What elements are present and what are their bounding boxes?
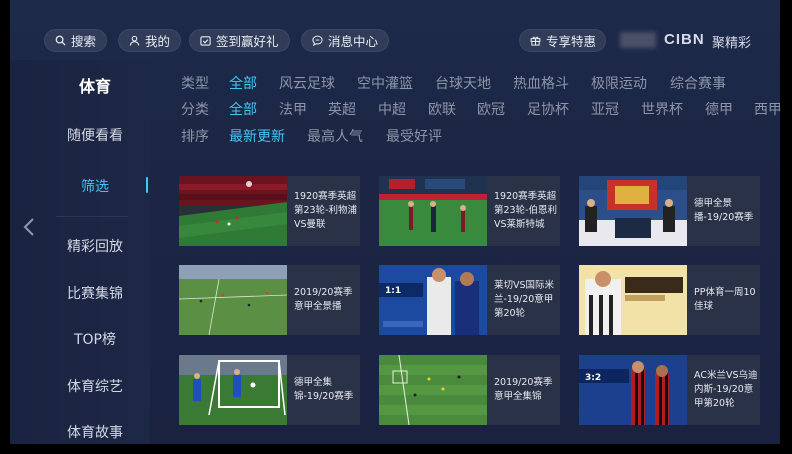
video-title: 1920赛季英超 第23轮-利物浦 VS曼联 [294,191,358,230]
vip-offer-label: 专享特惠 [546,34,597,49]
sort-option[interactable]: 最高人气 [307,126,363,146]
screen-bezel-bottom [0,444,792,454]
video-title: 德甲全景 播-19/20赛季 [694,198,754,223]
sidebar-item-random[interactable]: 随便看看 [10,125,180,145]
screen-bezel-left [0,0,10,454]
filter-option[interactable]: 全部 [229,73,257,93]
sidebar-item-highlights[interactable]: 比赛集锦 [10,283,180,303]
video-thumbnail [179,355,287,425]
sidebar-item-replay[interactable]: 精彩回放 [10,236,180,256]
sidebar-item-stories[interactable]: 体育故事 [10,422,180,442]
gift-icon [530,35,541,46]
sidebar-item-filter[interactable]: 筛选 [10,176,180,196]
messages-button[interactable]: 消息中心 [301,29,390,52]
video-title: 莱切VS国际米 兰-19/20意甲 第20轮 [494,280,555,319]
video-thumbnail [379,176,487,246]
chevron-left-icon[interactable] [20,216,38,238]
chat-bubble-icon [312,35,323,46]
filter-option[interactable]: 英超 [328,99,356,119]
filter-option[interactable]: 全部 [229,99,257,119]
vip-offer-button[interactable]: 专享特惠 [519,29,606,52]
filter-label-sort: 排序 [181,129,209,145]
video-thumbnail [179,265,287,335]
filter-option[interactable]: 西甲 [754,99,781,119]
filter-option[interactable]: 欧冠 [477,99,505,119]
sidebar-divider [56,216,128,217]
sort-option[interactable]: 最受好评 [386,126,442,146]
svg-text:3:2: 3:2 [585,373,601,383]
video-title: 1920赛季英超 第23轮-伯恩利 VS莱斯特城 [494,191,558,230]
video-title: 2019/20赛季 意甲全集锦 [494,377,553,402]
video-card[interactable]: 3:2 AC米兰VS乌迪 内斯-19/20意 甲第20轮 [579,355,760,425]
messages-label: 消息中心 [328,34,379,49]
mine-label: 我的 [145,34,171,49]
video-title: PP体育一周10 佳球 [694,287,756,312]
filter-row-category: 分类 全部 法甲 英超 中超 欧联 欧冠 足协杯 亚冠 世界杯 德甲 西甲 [181,99,781,119]
filter-option[interactable]: 风云足球 [279,73,335,93]
active-indicator [146,177,148,193]
video-title: 德甲全集 锦-19/20赛季 [294,377,354,402]
checkin-button[interactable]: 签到赢好礼 [189,29,290,52]
video-thumbnail: 1:1 [379,265,487,335]
filter-label-type: 类型 [181,76,209,92]
filter-label-category: 分类 [181,102,209,118]
video-title: 2019/20赛季 意甲全景播 [294,287,353,312]
tv-screen: 搜索 我的 签到赢好礼 消息中心 专享特惠 CIBN 聚精彩 体育 随便看看 筛… [0,0,792,454]
filter-option[interactable]: 中超 [378,99,406,119]
calendar-check-icon [200,35,211,46]
filter-option[interactable]: 足协杯 [527,99,569,119]
brand-text: 聚精彩 [712,36,752,51]
checkin-label: 签到赢好礼 [216,34,279,49]
filter-option[interactable]: 空中灌篮 [357,73,413,93]
svg-text:1:1: 1:1 [385,286,401,296]
search-button[interactable]: 搜索 [44,29,108,52]
cibn-logo: CIBN [664,31,705,48]
sidebar-item-variety[interactable]: 体育综艺 [10,376,180,396]
video-card[interactable]: PP体育一周10 佳球 [579,265,760,335]
filter-option[interactable]: 极限运动 [591,73,647,93]
video-thumbnail: 3:2 [579,355,687,425]
video-thumbnail [579,265,687,335]
filter-option[interactable]: 综合赛事 [670,73,726,93]
video-card[interactable]: 2019/20赛季 意甲全集锦 [379,355,560,425]
screen-bezel-right [780,0,792,454]
sidebar-item-top[interactable]: TOP榜 [10,329,180,349]
user-icon [129,35,140,46]
video-card[interactable]: 德甲全景 播-19/20赛季 [579,176,760,246]
filter-option[interactable]: 世界杯 [641,99,683,119]
filter-option[interactable]: 德甲 [705,99,733,119]
filter-option[interactable]: 热血格斗 [513,73,569,93]
sort-option[interactable]: 最新更新 [229,126,285,146]
video-thumbnail [379,355,487,425]
blurred-logo [620,32,656,48]
video-card[interactable]: 1:1 莱切VS国际米 兰-19/20意甲 第20轮 [379,265,560,335]
sidebar-title: 体育 [78,77,111,96]
mine-button[interactable]: 我的 [118,29,182,52]
video-card[interactable]: 1920赛季英超 第23轮-利物浦 VS曼联 [179,176,360,246]
search-icon [55,35,66,46]
filter-option[interactable]: 欧联 [428,99,456,119]
filter-option[interactable]: 台球天地 [435,73,491,93]
search-label: 搜索 [71,34,97,49]
video-card[interactable]: 1920赛季英超 第23轮-伯恩利 VS莱斯特城 [379,176,560,246]
video-card[interactable]: 2019/20赛季 意甲全景播 [179,265,360,335]
filter-option[interactable]: 法甲 [279,99,307,119]
video-thumbnail [579,176,687,246]
video-thumbnail [179,176,287,246]
video-card[interactable]: 德甲全集 锦-19/20赛季 [179,355,360,425]
video-title: AC米兰VS乌迪 内斯-19/20意 甲第20轮 [694,370,758,409]
filter-option[interactable]: 亚冠 [591,99,619,119]
